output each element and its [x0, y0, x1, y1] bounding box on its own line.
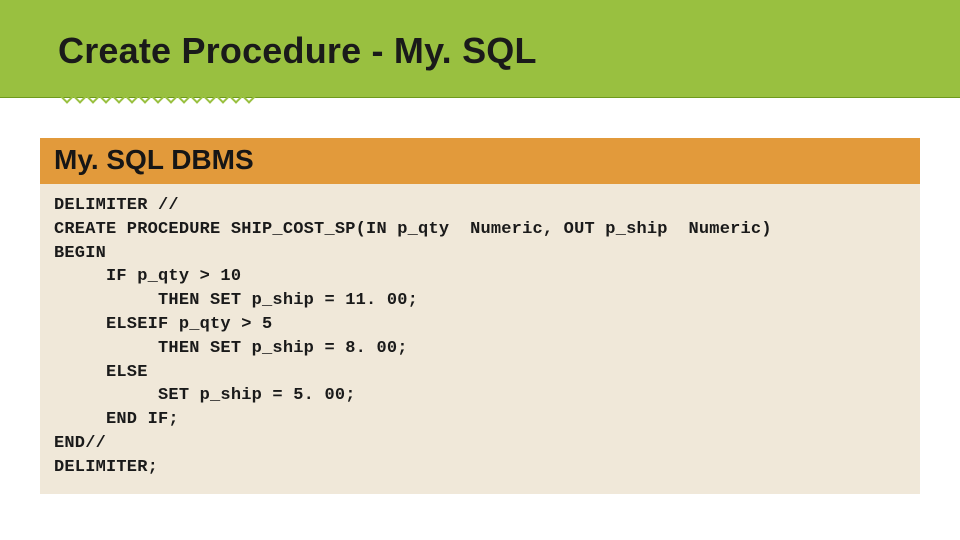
- slide-header: Create Procedure - My. SQL: [0, 0, 960, 98]
- code-line: END IF;: [54, 410, 179, 429]
- code-line: BEGIN: [54, 244, 106, 263]
- code-line: DELIMITER;: [54, 458, 158, 477]
- code-line: THEN SET p_ship = 8. 00;: [54, 339, 408, 358]
- code-line: END//: [54, 434, 106, 453]
- code-line: CREATE PROCEDURE SHIP_COST_SP(IN p_qty N…: [54, 220, 772, 239]
- code-block: DELIMITER // CREATE PROCEDURE SHIP_COST_…: [40, 184, 920, 494]
- code-line: ELSEIF p_qty > 5: [54, 315, 272, 334]
- code-line: SET p_ship = 5. 00;: [54, 386, 356, 405]
- code-line: IF p_qty > 10: [54, 267, 241, 286]
- code-line: ELSE: [54, 363, 148, 382]
- decorative-chevrons: [58, 91, 278, 121]
- section-label: My. SQL DBMS: [40, 138, 920, 184]
- code-line: DELIMITER //: [54, 196, 179, 215]
- code-line: THEN SET p_ship = 11. 00;: [54, 291, 418, 310]
- slide-title: Create Procedure - My. SQL: [0, 0, 960, 72]
